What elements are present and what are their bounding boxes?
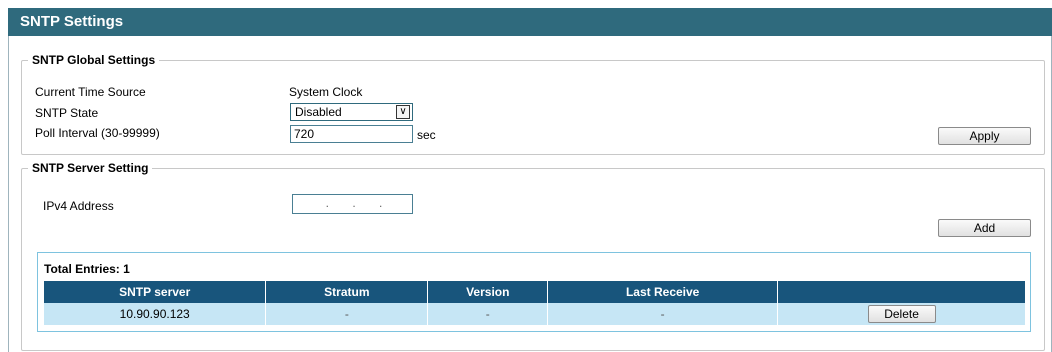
page-title: SNTP Settings <box>8 8 1052 36</box>
ipv4-address-dots: . . . <box>325 196 383 210</box>
settings-panel: SNTP Global Settings Current Time Source… <box>8 36 1052 352</box>
column-header-version: Version <box>427 281 549 303</box>
global-settings-legend: SNTP Global Settings <box>32 53 156 67</box>
cell-sntp-server: 10.90.90.123 <box>44 303 267 325</box>
current-time-source-label: Current Time Source <box>35 85 146 99</box>
table-row: 10.90.90.123 - - - Delete <box>44 303 1026 325</box>
poll-interval-label: Poll Interval (30-99999) <box>35 126 160 140</box>
sntp-state-value: Disabled <box>295 105 342 119</box>
ipv4-address-input[interactable]: . . . <box>292 194 413 214</box>
table-header-row: SNTP server Stratum Version Last Receive <box>44 281 1026 303</box>
add-button[interactable]: Add <box>938 219 1031 237</box>
column-header-last-receive: Last Receive <box>547 281 779 303</box>
server-setting-legend: SNTP Server Setting <box>32 161 149 175</box>
current-time-source-value: System Clock <box>289 85 363 99</box>
server-table-container: Total Entries: 1 SNTP server Stratum Ver… <box>37 252 1031 332</box>
sntp-global-settings: SNTP Global Settings <box>21 53 1045 155</box>
cell-last-receive: - <box>547 303 779 325</box>
column-header-stratum: Stratum <box>265 281 429 303</box>
column-header-action <box>777 281 1026 303</box>
cell-stratum: - <box>265 303 429 325</box>
apply-button[interactable]: Apply <box>938 127 1031 145</box>
cell-action: Delete <box>777 303 1026 325</box>
total-entries: Total Entries: 1 <box>44 262 130 276</box>
cell-version: - <box>427 303 549 325</box>
sntp-state-label: SNTP State <box>35 106 99 120</box>
poll-interval-input[interactable]: 720 <box>290 125 413 143</box>
ipv4-address-label: IPv4 Address <box>43 199 114 213</box>
delete-button[interactable]: Delete <box>867 305 936 323</box>
server-table: SNTP server Stratum Version Last Receive… <box>44 281 1026 325</box>
column-header-sntp-server: SNTP server <box>44 281 267 303</box>
sntp-state-select[interactable]: Disabled ∨ <box>290 103 413 121</box>
chevron-down-icon[interactable]: ∨ <box>396 105 410 119</box>
poll-interval-unit: sec <box>417 128 436 142</box>
